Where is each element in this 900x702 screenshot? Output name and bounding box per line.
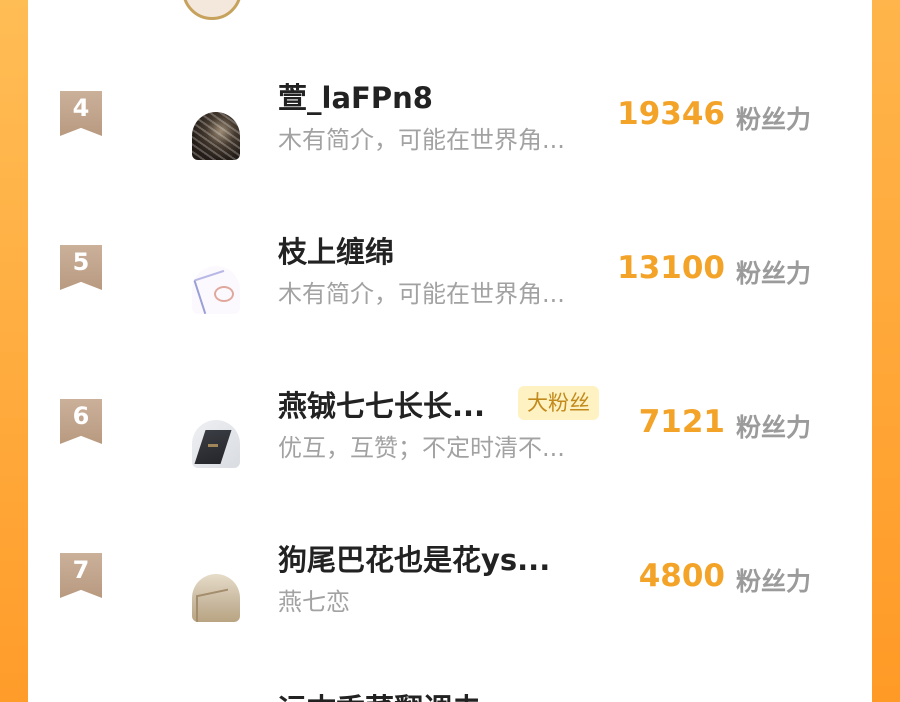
rank-badge: 6 bbox=[60, 399, 102, 444]
fan-score-unit: 粉丝力 bbox=[736, 413, 812, 442]
left-orange-border bbox=[0, 0, 28, 702]
rank-number: 6 bbox=[72, 402, 90, 430]
fan-name[interactable]: 萱_laFPn8 bbox=[278, 75, 433, 117]
avatar-previous-partial bbox=[182, 0, 242, 20]
fan-score-unit: 粉丝力 bbox=[736, 567, 812, 596]
fan-score: 7121 bbox=[638, 404, 725, 440]
rank-badge: 7 bbox=[60, 553, 102, 598]
rank-number: 7 bbox=[72, 556, 90, 584]
ranking-row-4[interactable]: 4 萱_laFPn8 木有简介，可能在世界角... 19346 粉丝力 bbox=[28, 40, 872, 194]
ranking-row-5[interactable]: 5 枝上缠绵 木有简介，可能在世界角... 13100 粉丝力 bbox=[28, 194, 872, 348]
fan-name[interactable]: 燕铖七七长长... bbox=[278, 383, 485, 425]
rank-badge: 4 bbox=[60, 91, 102, 136]
fan-score: 19346 bbox=[617, 96, 725, 132]
ranking-row-6[interactable]: 6 燕铖七七长长... 大粉丝 优互，互赞；不定时清不... 7121 粉丝力 bbox=[28, 348, 872, 502]
fan-bio: 木有简介，可能在世界角... bbox=[278, 280, 565, 308]
avatar[interactable] bbox=[192, 266, 240, 314]
fan-score-unit: 粉丝力 bbox=[736, 259, 812, 288]
fan-bio: 木有简介，可能在世界角... bbox=[278, 126, 565, 154]
fan-bio: 优互，互赞；不定时清不... bbox=[278, 434, 565, 462]
rank-number: 5 bbox=[72, 248, 90, 276]
avatar[interactable] bbox=[192, 420, 240, 468]
ranking-row-7[interactable]: 7 狗尾巴花也是花ys... 燕七恋 4800 粉丝力 bbox=[28, 502, 872, 656]
rank-number: 4 bbox=[72, 94, 90, 122]
fan-name[interactable]: 狗尾巴花也是花ys... bbox=[278, 537, 550, 579]
ranking-list-card: 4 萱_laFPn8 木有简介，可能在世界角... 19346 粉丝力 5 枝上… bbox=[28, 0, 872, 702]
avatar[interactable] bbox=[192, 574, 240, 622]
big-fan-tag: 大粉丝 bbox=[518, 386, 599, 420]
rank-badge: 5 bbox=[60, 245, 102, 290]
fan-score: 13100 bbox=[617, 250, 725, 286]
fan-bio: 燕七恋 bbox=[278, 588, 350, 616]
fan-score-unit: 粉丝力 bbox=[736, 105, 812, 134]
right-orange-border bbox=[872, 0, 900, 702]
fan-name[interactable]: 枝上缠绵 bbox=[278, 229, 394, 271]
fan-score: 4800 bbox=[638, 558, 725, 594]
next-row-name-partial[interactable]: 运古香菜翻调夫 bbox=[278, 686, 481, 702]
avatar[interactable] bbox=[192, 112, 240, 160]
